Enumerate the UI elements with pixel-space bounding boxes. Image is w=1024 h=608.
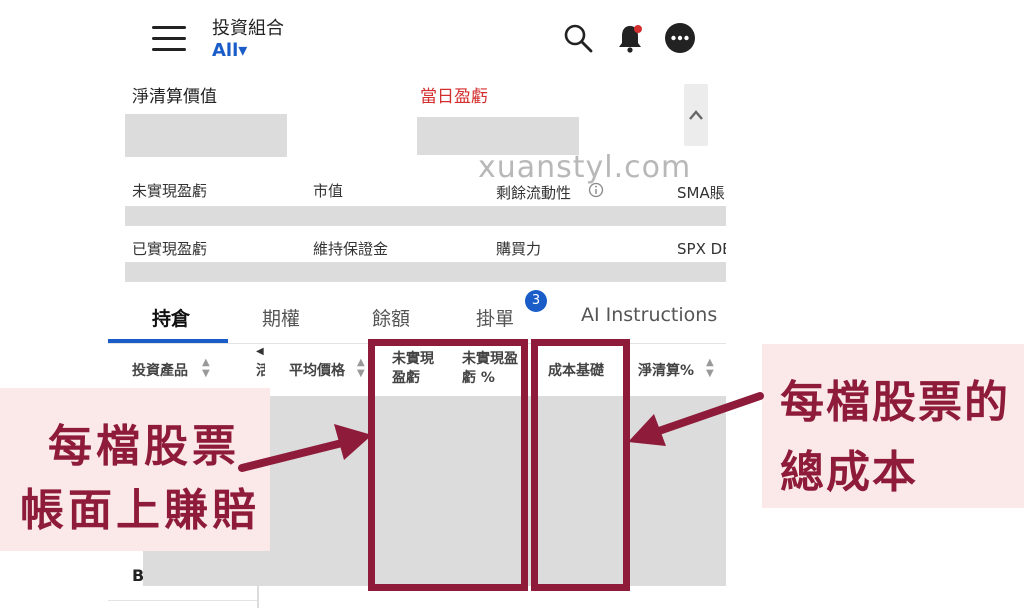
buying-power-label: 購買力: [496, 240, 542, 258]
left-callout-line1: 每檔股票: [48, 421, 240, 472]
sma-label: SMA賬: [677, 184, 725, 202]
sort-icon[interactable]: ▲ ▼: [357, 357, 365, 379]
menu-icon[interactable]: [152, 26, 186, 52]
excess-liquidity-label: 剩餘流動性: [496, 184, 572, 202]
collapse-button[interactable]: [684, 84, 708, 146]
daily-pnl-label: 當日盈虧: [420, 87, 488, 107]
tab-ai-instructions[interactable]: AI Instructions: [581, 304, 717, 326]
unrealized-pnl-label: 未實現盈虧: [132, 182, 208, 200]
sort-icon[interactable]: ▲ ▼: [706, 357, 714, 379]
arrow-to-cost-basis-icon: [628, 392, 764, 446]
col-avg-price[interactable]: 平均價格: [289, 360, 345, 380]
tab-orders[interactable]: 掛單: [476, 304, 514, 331]
bell-icon[interactable]: [614, 22, 646, 54]
right-callout-line1: 每檔股票的: [780, 377, 1010, 428]
net-liquidation-label: 淨清算價值: [132, 87, 217, 107]
summary-row1-values: [125, 206, 726, 226]
right-callout-line2: 總成本: [780, 447, 918, 498]
column-divider: [257, 586, 259, 608]
left-callout-line2: 帳面上賺賠: [20, 485, 260, 536]
search-icon[interactable]: [562, 22, 594, 54]
maintenance-margin-label: 維持保證金: [313, 240, 389, 258]
col-instrument[interactable]: 投資產品: [132, 360, 188, 380]
col-active[interactable]: 活: [256, 360, 265, 380]
spx-label: SPX DE: [677, 240, 726, 258]
realized-pnl-label: 已實現盈虧: [132, 240, 208, 258]
highlight-cost-basis: [531, 339, 630, 591]
row-divider: [108, 600, 258, 601]
chevron-up-icon: [689, 110, 703, 120]
net-liquidation-value: [125, 114, 287, 157]
tab-options[interactable]: 期權: [262, 304, 300, 331]
watermark: xuanstyl.com: [478, 150, 692, 185]
portfolio-title: 投資組合: [212, 18, 284, 39]
market-value-label: 市值: [313, 182, 344, 200]
info-icon[interactable]: [588, 182, 604, 198]
more-icon[interactable]: [664, 22, 696, 54]
tab-balances[interactable]: 餘額: [372, 304, 410, 331]
sort-icon[interactable]: ▲ ▼: [202, 357, 210, 379]
portfolio-filter-dropdown[interactable]: All▾: [212, 40, 247, 61]
tab-positions[interactable]: 持倉: [152, 304, 190, 331]
highlight-unrealized-pnl: [368, 339, 528, 591]
summary-row2-values: [125, 262, 726, 282]
orders-count-badge: 3: [525, 290, 547, 312]
arrow-to-unrealized-icon: [238, 424, 372, 472]
col-net-liq-pct[interactable]: 淨清算%: [638, 360, 694, 380]
scroll-left-icon[interactable]: ◀: [256, 346, 264, 357]
table-row-stub[interactable]: B: [132, 566, 144, 585]
